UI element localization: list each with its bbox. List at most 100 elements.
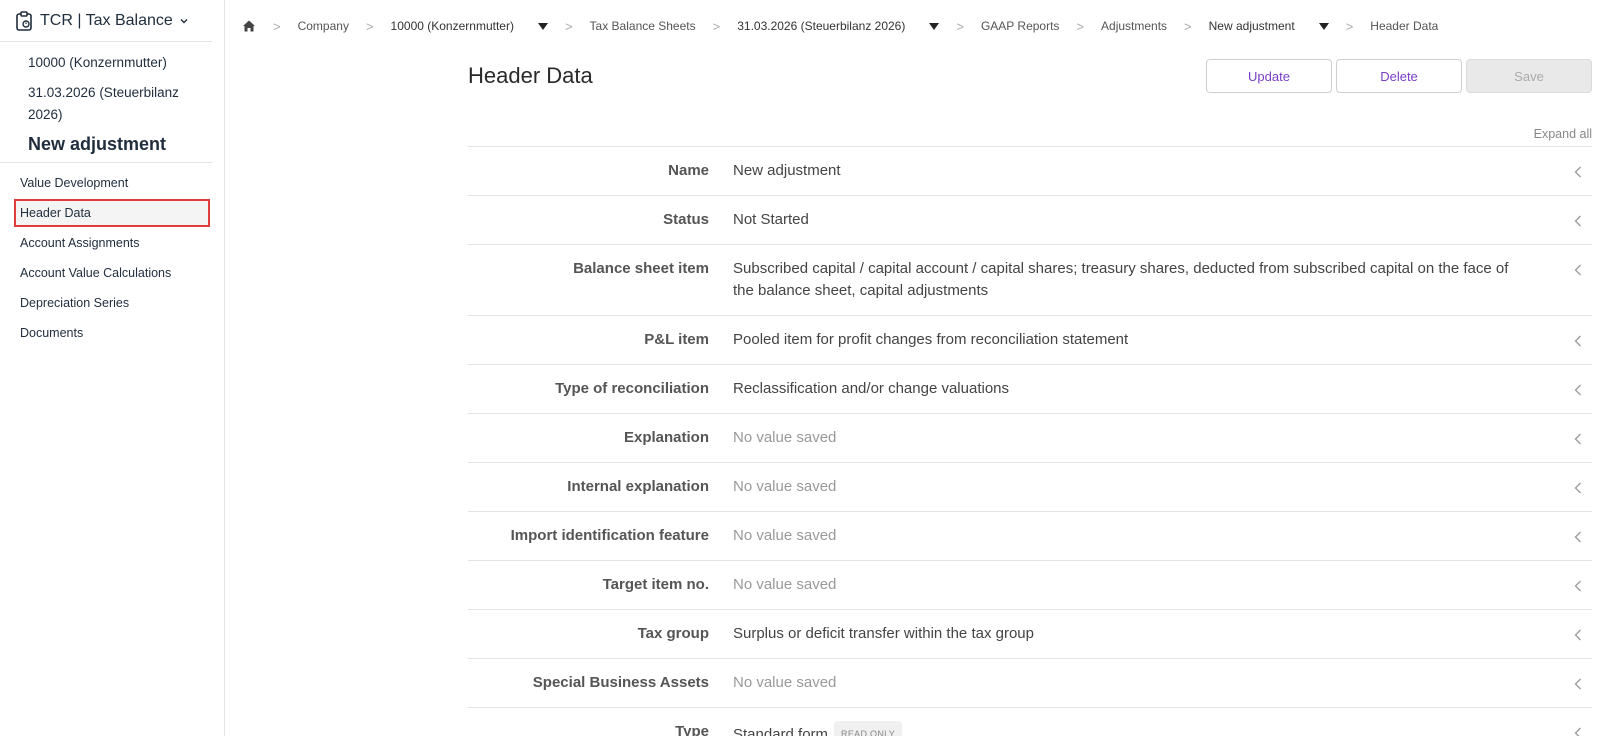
caret-down-icon[interactable] [929, 22, 940, 30]
field-value: No value saved [709, 476, 1564, 498]
caret-down-icon[interactable] [1318, 22, 1329, 30]
context-title: New adjustment [28, 134, 167, 154]
field-label: P&L item [644, 331, 709, 348]
clipboard-icon [16, 10, 32, 31]
field-row[interactable]: Explanation No value saved [468, 414, 1592, 463]
field-value-text: No value saved [733, 429, 837, 446]
field-value: Not Started [709, 209, 1564, 231]
chevron-left-icon [1574, 166, 1581, 178]
action-bar: Update Delete Save [1206, 59, 1592, 93]
field-label: Type [675, 723, 709, 736]
field-value-text: No value saved [733, 576, 837, 593]
field-value-text: Standard form [733, 726, 829, 736]
expand-toggle[interactable] [1564, 427, 1592, 449]
sidebar-item-account-value-calculations[interactable]: Account Value Calculations [14, 259, 210, 287]
field-label: Explanation [623, 429, 709, 446]
field-label: Special Business Assets [532, 674, 709, 691]
chevron-down-icon [180, 18, 188, 23]
field-row[interactable]: Name New adjustment [468, 147, 1592, 196]
main-content: Header Data Update Delete Save Expand al… [468, 52, 1592, 736]
expand-toggle[interactable] [1564, 525, 1592, 547]
context-company-link[interactable]: 10000 (Konzernmutter) [28, 52, 212, 74]
context-sheet-link[interactable]: 31.03.2026 (Steuerbilanz 2026) [28, 82, 212, 126]
field-label: Internal explanation [567, 478, 709, 495]
field-row[interactable]: Special Business Assets No value saved [468, 659, 1592, 708]
update-button[interactable]: Update [1206, 59, 1332, 93]
field-label: Import identification feature [510, 527, 709, 544]
field-value-text: Reclassification and/or change valuation… [733, 380, 1009, 397]
delete-button[interactable]: Delete [1336, 59, 1462, 93]
sidebar-item-header-data[interactable]: Header Data [14, 199, 210, 227]
breadcrumb-separator-icon: > [956, 18, 964, 34]
field-value: New adjustment [709, 160, 1564, 182]
header-data-list: Name New adjustment Status Not Started Balan… [468, 146, 1592, 736]
expand-all-link[interactable]: Expand all [1534, 127, 1592, 141]
breadcrumb-separator-icon: > [365, 18, 374, 34]
field-row[interactable]: Target item no. No value saved [468, 561, 1592, 610]
breadcrumb-company[interactable]: Company [298, 19, 349, 33]
sidebar-nav: Value Development Header Data Account As… [0, 163, 224, 347]
field-label: Balance sheet item [573, 260, 709, 277]
caret-down-icon[interactable] [537, 22, 548, 30]
save-button[interactable]: Save [1466, 59, 1592, 93]
field-value: No value saved [709, 427, 1564, 449]
expand-toggle[interactable] [1564, 623, 1592, 645]
field-row[interactable]: P&L item Pooled item for profit changes f… [468, 316, 1592, 365]
breadcrumb-separator-icon: > [712, 18, 721, 34]
app-title: TCR | Tax Balance [40, 11, 173, 29]
field-label: Type of reconciliation [555, 380, 709, 397]
sidebar-item-documents[interactable]: Documents [14, 319, 210, 347]
breadcrumb-separator-icon: > [1184, 18, 1192, 34]
chevron-left-icon [1574, 580, 1581, 592]
field-row[interactable]: Status Not Started [468, 196, 1592, 245]
field-value: No value saved [709, 525, 1564, 547]
breadcrumb-tax-balance-sheets[interactable]: Tax Balance Sheets [590, 19, 696, 33]
field-label: Name [668, 162, 709, 179]
sidebar: TCR | Tax Balance 10000 (Konzernmutter) … [0, 0, 225, 736]
expand-toggle[interactable] [1564, 574, 1592, 596]
field-label: Status [663, 211, 709, 228]
field-row[interactable]: Tax group Surplus or deficit transfer wit… [468, 610, 1592, 659]
breadcrumb-sheet-selector[interactable]: 31.03.2026 (Steuerbilanz 2026) [737, 19, 905, 33]
field-value: Pooled item for profit changes from reco… [709, 329, 1564, 351]
field-value: Surplus or deficit transfer within the t… [709, 623, 1564, 645]
chevron-left-icon [1574, 531, 1581, 543]
field-value: No value saved [709, 574, 1564, 596]
sidebar-item-depreciation-series[interactable]: Depreciation Series [14, 289, 210, 317]
field-row[interactable]: Type Standard form READ ONLY [468, 708, 1592, 736]
chevron-left-icon [1574, 629, 1581, 641]
breadcrumb-separator-icon: > [564, 18, 573, 34]
expand-toggle[interactable] [1564, 258, 1592, 302]
home-icon[interactable] [242, 19, 256, 33]
expand-toggle[interactable] [1564, 329, 1592, 351]
expand-toggle[interactable] [1564, 378, 1592, 400]
expand-row: Expand all [468, 100, 1592, 146]
expand-toggle[interactable] [1564, 476, 1592, 498]
sidebar-item-value-development[interactable]: Value Development [14, 169, 210, 197]
field-value-text: No value saved [733, 674, 837, 691]
expand-toggle[interactable] [1564, 209, 1592, 231]
field-row[interactable]: Balance sheet item Subscribed capital / c… [468, 245, 1592, 316]
field-row[interactable]: Type of reconciliation Reclassification a… [468, 365, 1592, 414]
breadcrumb-separator-icon: > [1076, 18, 1085, 34]
chevron-left-icon [1574, 384, 1581, 396]
field-value-text: New adjustment [733, 162, 841, 179]
breadcrumb-adjustments[interactable]: Adjustments [1101, 19, 1167, 33]
breadcrumb-adjustment-selector[interactable]: New adjustment [1209, 19, 1295, 33]
app-switcher[interactable]: TCR | Tax Balance [0, 0, 212, 42]
expand-toggle[interactable] [1564, 672, 1592, 694]
field-value-text: Not Started [733, 211, 809, 228]
expand-toggle[interactable] [1564, 721, 1592, 736]
title-row: Header Data Update Delete Save [468, 52, 1592, 100]
field-row[interactable]: Internal explanation No value saved [468, 463, 1592, 512]
sidebar-item-account-assignments[interactable]: Account Assignments [14, 229, 210, 257]
breadcrumb-company-selector[interactable]: 10000 (Konzernmutter) [391, 19, 514, 33]
field-value-text: Subscribed capital / capital account / c… [733, 260, 1509, 299]
field-value: Standard form READ ONLY [709, 721, 1564, 736]
field-value: Subscribed capital / capital account / c… [709, 258, 1564, 302]
read-only-badge: READ ONLY [834, 721, 903, 736]
breadcrumb-gaap-reports[interactable]: GAAP Reports [981, 19, 1059, 33]
field-row[interactable]: Import identification feature No value sa… [468, 512, 1592, 561]
expand-toggle[interactable] [1564, 160, 1592, 182]
field-value-text: Surplus or deficit transfer within the t… [733, 625, 1034, 642]
